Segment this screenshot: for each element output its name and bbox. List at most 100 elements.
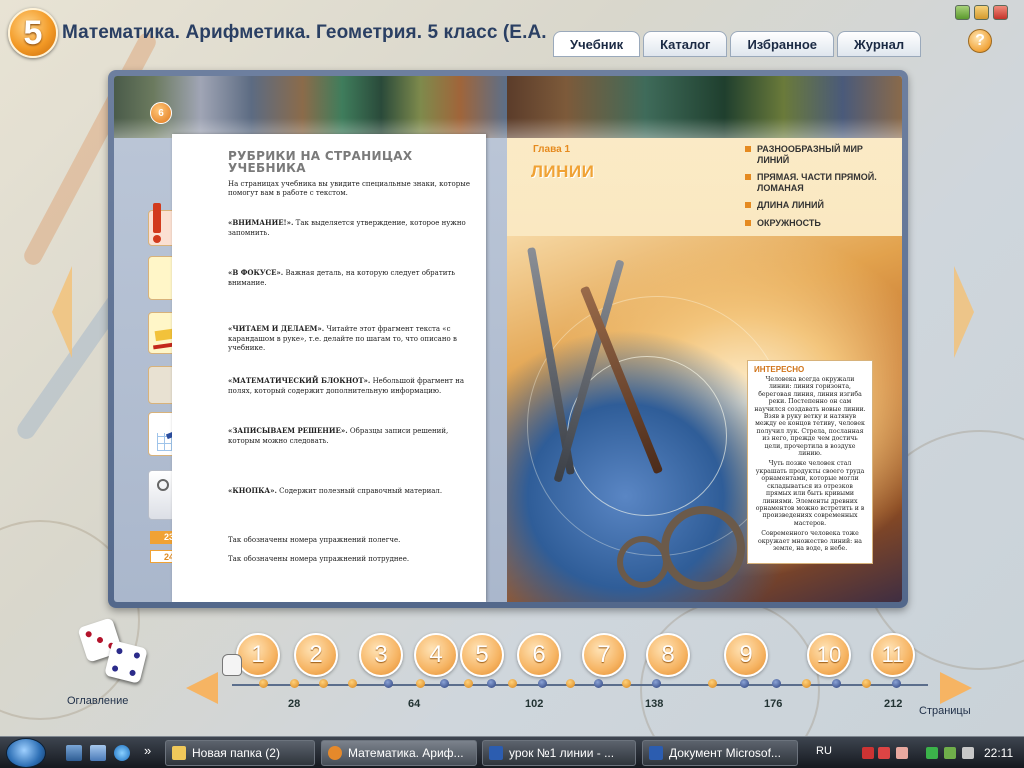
volume-icon[interactable] bbox=[962, 747, 974, 759]
pages-label: Страницы bbox=[919, 705, 971, 717]
app-logo: 5 bbox=[8, 8, 58, 58]
help-button[interactable]: ? bbox=[968, 29, 992, 53]
track-dot bbox=[440, 679, 449, 688]
network-icon[interactable] bbox=[944, 747, 956, 759]
track-dot bbox=[508, 679, 517, 688]
sidebar-title: ИНТЕРЕСНО bbox=[754, 365, 805, 374]
taskbar-item-math[interactable]: Математика. Ариф... bbox=[321, 740, 477, 766]
rubric-write-solution: «ЗАПИСЫВАЕМ РЕШЕНИЕ». Образцы записи реш… bbox=[228, 426, 449, 445]
prev-arrow-icon[interactable] bbox=[186, 672, 218, 704]
chapter-title: ЛИНИИ bbox=[531, 162, 595, 181]
taskbar-item-label: урок №1 линии - ... bbox=[509, 746, 615, 760]
contents-label[interactable]: Оглавление bbox=[67, 695, 128, 707]
interesting-sidebar: ИНТЕРЕСНО Человека всегда окружали линии… bbox=[747, 360, 873, 564]
track-dot bbox=[862, 679, 871, 688]
track-dot bbox=[622, 679, 631, 688]
page-tick: 64 bbox=[408, 698, 421, 710]
folder-icon bbox=[172, 746, 186, 760]
chapter-section: РАЗНООБРАЗНЫЙ МИР ЛИНИЙ bbox=[745, 144, 885, 165]
page-tick: 28 bbox=[288, 698, 301, 710]
track-dot bbox=[538, 679, 547, 688]
chapter-label: Глава 1 bbox=[533, 144, 571, 155]
tab-journal[interactable]: Журнал bbox=[837, 31, 922, 57]
chapter-section: ПРЯМАЯ. ЧАСТИ ПРЯМОЙ. ЛОМАНАЯ bbox=[745, 172, 885, 193]
chapter-button-5[interactable]: 5 bbox=[460, 633, 504, 677]
taskbar-item-label: Новая папка (2) bbox=[192, 746, 280, 760]
rubric-button: «КНОПКА». Содержит полезный справочный м… bbox=[228, 486, 443, 495]
track-dot bbox=[594, 679, 603, 688]
language-indicator[interactable]: RU bbox=[816, 745, 832, 757]
rubric-focus: «В ФОКУСЕ». Важная деталь, на которую сл… bbox=[228, 268, 456, 287]
chapter-button-3[interactable]: 3 bbox=[359, 633, 403, 677]
switch-windows-icon[interactable] bbox=[90, 745, 106, 761]
tray-app-icon[interactable] bbox=[878, 747, 890, 759]
chapter-button-2[interactable]: 2 bbox=[294, 633, 338, 677]
safely-remove-icon[interactable] bbox=[926, 747, 938, 759]
prev-page-arrow-icon[interactable] bbox=[52, 266, 72, 358]
taskbar-item-label: Документ Microsof... bbox=[669, 746, 781, 760]
window-title: Математика. Арифметика. Геометрия. 5 кла… bbox=[62, 22, 552, 43]
track-dot bbox=[772, 679, 781, 688]
track-dot bbox=[416, 679, 425, 688]
page-text-area: РУБРИКИ НА СТРАНИЦАХ УЧЕБНИКА На страниц… bbox=[172, 134, 486, 602]
chapter-section: ОКРУЖНОСТЬ bbox=[745, 218, 885, 229]
internet-explorer-icon[interactable] bbox=[114, 745, 130, 761]
next-page-arrow-icon[interactable] bbox=[954, 266, 974, 358]
tray-app-icon[interactable] bbox=[896, 747, 908, 759]
sidebar-paragraph: Современного человека тоже окружает множ… bbox=[758, 530, 862, 552]
track-dot bbox=[566, 679, 575, 688]
easy-exercise-note: Так обозначены номера упражнений полегче… bbox=[228, 536, 401, 544]
track-dot bbox=[487, 679, 496, 688]
chapter-button-9[interactable]: 9 bbox=[724, 633, 768, 677]
chapter-button-1[interactable]: 1 bbox=[236, 633, 280, 677]
tab-catalog[interactable]: Каталог bbox=[643, 31, 728, 57]
quicklaunch-chevron[interactable]: » bbox=[144, 743, 151, 758]
clock[interactable]: 22:11 bbox=[984, 746, 1013, 760]
right-page: Глава 1 ЛИНИИ РАЗНООБРАЗНЫЙ МИР ЛИНИЙ ПР… bbox=[507, 76, 902, 602]
word-icon bbox=[489, 746, 503, 760]
track-dot bbox=[892, 679, 901, 688]
chapter-button-4[interactable]: 4 bbox=[414, 633, 458, 677]
page-header-collage bbox=[507, 76, 902, 138]
tray-app-icon[interactable] bbox=[862, 747, 874, 759]
main-tabs: Учебник Каталог Избранное Журнал bbox=[553, 31, 922, 57]
taskbar-item-document[interactable]: Документ Microsof... bbox=[642, 740, 798, 766]
start-button[interactable] bbox=[6, 738, 46, 768]
rubric-read-and-do: «ЧИТАЕМ И ДЕЛАЕМ». Читайте этот фрагмент… bbox=[228, 324, 457, 352]
page-header-collage bbox=[114, 76, 507, 138]
maximize-icon[interactable] bbox=[974, 5, 989, 20]
contents-dice-icon[interactable] bbox=[77, 617, 158, 692]
chapter-button-8[interactable]: 8 bbox=[646, 633, 690, 677]
page-tick: 212 bbox=[884, 698, 903, 710]
next-arrow-icon[interactable] bbox=[940, 672, 972, 704]
chapter-button-11[interactable]: 11 bbox=[871, 633, 915, 677]
app-icon bbox=[328, 746, 342, 760]
tab-textbook[interactable]: Учебник bbox=[553, 31, 641, 57]
taskbar-item-lesson[interactable]: урок №1 линии - ... bbox=[482, 740, 636, 766]
track-dot bbox=[384, 679, 393, 688]
hard-exercise-note: Так обозначены номера упражнений потрудн… bbox=[228, 555, 410, 563]
page-tick: 176 bbox=[764, 698, 783, 710]
chapter-button-6[interactable]: 6 bbox=[517, 633, 561, 677]
track-dot bbox=[259, 679, 268, 688]
chapter-button-7[interactable]: 7 bbox=[582, 633, 626, 677]
page-number-badge: 6 bbox=[150, 102, 172, 124]
close-icon[interactable] bbox=[993, 5, 1008, 20]
track-dot bbox=[708, 679, 717, 688]
taskbar: » Новая папка (2) Математика. Ариф... ур… bbox=[0, 736, 1024, 768]
tab-favorites[interactable]: Избранное bbox=[730, 31, 835, 57]
minimize-icon[interactable] bbox=[955, 5, 970, 20]
track-dot bbox=[832, 679, 841, 688]
page-slider-track[interactable] bbox=[232, 684, 928, 686]
book-viewer: 6 23 24 РУБРИКИ НА СТРАНИЦАХ УЧЕБНИКА На… bbox=[108, 70, 908, 608]
chapter-button-10[interactable]: 10 bbox=[807, 633, 851, 677]
page-tick: 102 bbox=[525, 698, 544, 710]
left-page: 6 23 24 РУБРИКИ НА СТРАНИЦАХ УЧЕБНИКА На… bbox=[114, 76, 507, 602]
page-heading: РУБРИКИ НА СТРАНИЦАХ УЧЕБНИКА bbox=[228, 149, 413, 175]
track-dot bbox=[740, 679, 749, 688]
show-desktop-icon[interactable] bbox=[66, 745, 82, 761]
taskbar-item-folder[interactable]: Новая папка (2) bbox=[165, 740, 315, 766]
track-dot bbox=[319, 679, 328, 688]
slider-hand-icon[interactable] bbox=[222, 654, 242, 676]
tray-expand-icon[interactable] bbox=[846, 747, 858, 759]
